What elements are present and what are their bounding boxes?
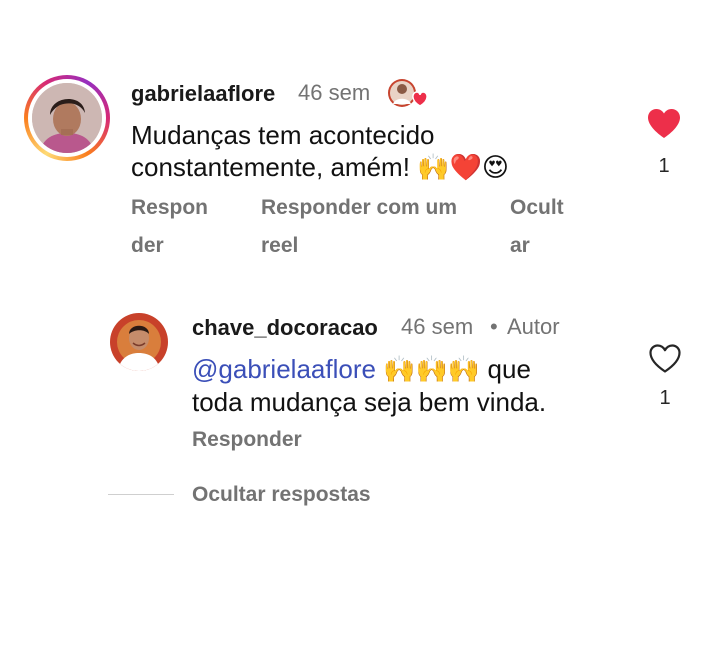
creator-liked-icon — [386, 76, 432, 110]
comment-username[interactable]: gabrielaaflore — [131, 81, 275, 107]
avatar-border — [28, 79, 106, 157]
hide-replies-button[interactable]: Ocultar respostas — [192, 476, 371, 514]
comment-text-line-1: Mudanças tem acontecido — [131, 120, 435, 150]
comment-like-count: 1 — [658, 155, 670, 177]
avatar-photo-icon — [32, 83, 102, 153]
thread-divider — [108, 494, 174, 495]
reply-avatar-photo-icon — [110, 313, 168, 371]
reply-username[interactable]: chave_docoracao — [192, 315, 378, 341]
reply-timestamp: 46 sem — [401, 314, 474, 339]
reply-label-line-1: Respon — [131, 196, 209, 219]
heart-filled-icon[interactable] — [648, 109, 680, 139]
reply-text-line-2: toda mudança seja bem vinda. — [192, 387, 547, 417]
reply-avatar[interactable] — [110, 313, 168, 371]
hide-label-line-2: ar — [510, 234, 530, 257]
reply-text-rest: 🙌🙌🙌 que — [375, 354, 531, 384]
reply-like-count: 1 — [659, 387, 671, 409]
reply-reel-label-line-2: reel — [261, 234, 299, 257]
comment-timestamp: 46 sem — [298, 80, 371, 105]
avatar-story-ring[interactable] — [24, 75, 110, 161]
meta-separator: • — [490, 314, 498, 339]
avatar[interactable] — [32, 83, 102, 153]
reply-with-reel-button[interactable]: Responder com um reel — [261, 189, 457, 265]
reply-reel-label-line-1: Responder com um — [261, 196, 458, 219]
reply-label-line-2: der — [131, 234, 164, 257]
author-badge: Autor — [507, 314, 560, 339]
hide-label-line-1: Ocult — [510, 196, 564, 219]
hide-button[interactable]: Ocult ar — [510, 189, 564, 265]
heart-outline-icon[interactable] — [649, 344, 681, 374]
mention-link[interactable]: @gabrielaaflore — [192, 354, 376, 384]
reply-reply-button[interactable]: Responder — [192, 421, 302, 459]
reply-button[interactable]: Respon der — [131, 189, 208, 265]
reply-text-line-1: @gabrielaaflore 🙌🙌🙌 que — [192, 353, 531, 385]
comment-text-line-2: constantemente, amém! 🙌❤️😍 — [131, 152, 509, 182]
